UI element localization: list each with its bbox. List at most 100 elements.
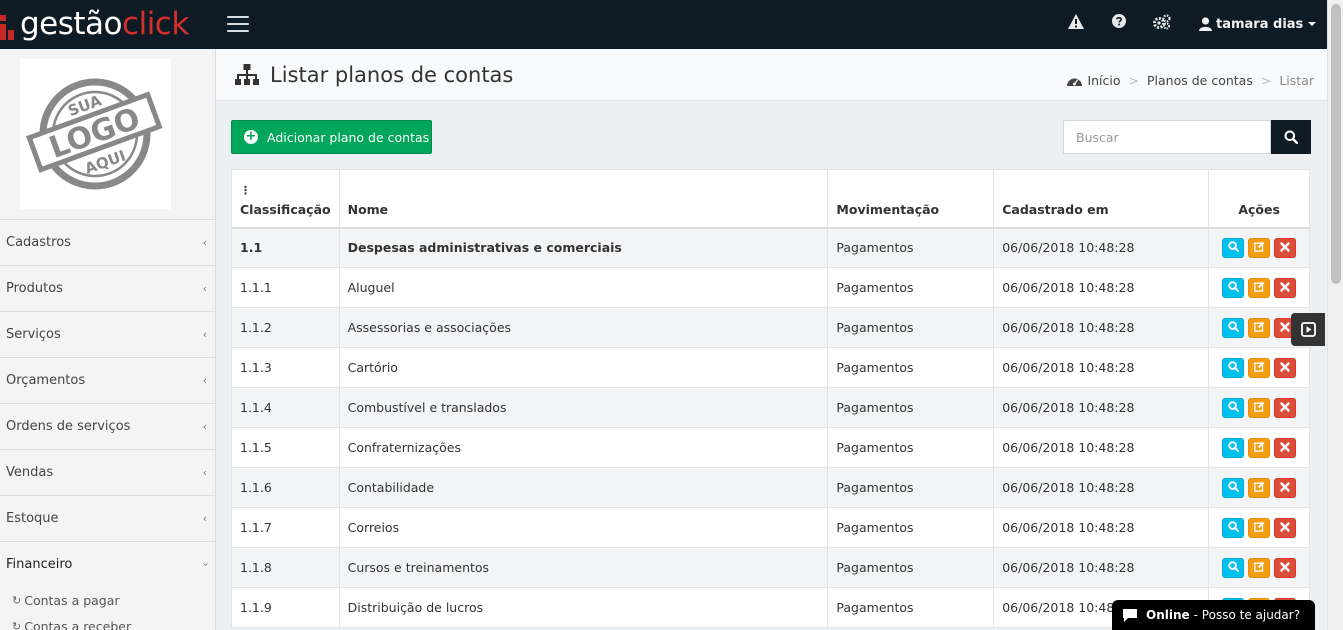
delete-button[interactable]: [1274, 517, 1297, 538]
chevron-left-icon: ‹: [202, 512, 207, 525]
sidebar-item-produtos[interactable]: Produtos ‹: [0, 265, 216, 311]
sidebar-menu: Cadastros ‹ Produtos ‹ Serviços ‹ Orçame…: [0, 219, 216, 630]
delete-button[interactable]: [1274, 357, 1297, 378]
sidebar-item-estoque[interactable]: Estoque ‹: [0, 495, 216, 541]
chevron-left-icon: ‹: [202, 236, 207, 249]
sidebar-item-label: Orçamentos: [6, 373, 86, 388]
scrollbar-thumb[interactable]: [1331, 4, 1341, 284]
cell-cadastrado: 06/06/2018 10:48:28: [993, 547, 1210, 588]
delete-button[interactable]: [1274, 277, 1297, 298]
sidebar-item-ordens-de-servicos[interactable]: Ordens de serviços ‹: [0, 403, 216, 449]
cell-classificacao: 1.1.8: [231, 547, 340, 588]
edit-button[interactable]: [1248, 357, 1271, 378]
delete-button[interactable]: [1274, 437, 1297, 458]
cell-classificacao: 1.1.3: [231, 347, 340, 388]
sort-icon[interactable]: ⋮: [240, 185, 331, 196]
edit-button[interactable]: [1248, 437, 1271, 458]
cell-cadastrado: 06/06/2018 10:48:28: [993, 507, 1210, 548]
cell-movimentacao: Pagamentos: [827, 507, 995, 548]
refresh-icon: ↻: [12, 619, 22, 630]
floating-video-button[interactable]: [1291, 313, 1325, 346]
view-button[interactable]: [1222, 237, 1245, 258]
view-button[interactable]: [1222, 317, 1245, 338]
delete-button[interactable]: [1274, 397, 1297, 418]
add-account-plan-button[interactable]: + Adicionar plano de contas: [231, 120, 432, 154]
breadcrumb-section-link[interactable]: Planos de contas: [1147, 73, 1253, 88]
cell-classificacao: 1.1.6: [231, 467, 340, 508]
brand-logo[interactable]: gestãoclick: [0, 0, 189, 49]
cell-cadastrado: 06/06/2018 10:48:28: [993, 387, 1210, 428]
edit-button[interactable]: [1248, 517, 1271, 538]
close-icon: [1280, 440, 1290, 455]
edit-icon: [1253, 480, 1265, 495]
cell-classificacao: 1.1.5: [231, 427, 340, 468]
view-button[interactable]: [1222, 437, 1245, 458]
chat-widget[interactable]: Online - Posso te ajudar?: [1112, 600, 1315, 630]
chevron-down-icon: ‹: [198, 562, 212, 567]
table-row: 1.1.4 Combustível e translados Pagamentos 0…: [231, 387, 1310, 428]
edit-button[interactable]: [1248, 237, 1271, 258]
sidebar-item-financeiro[interactable]: Financeiro ‹: [0, 541, 216, 587]
cell-nome: Despesas administrativas e comerciais: [338, 227, 829, 268]
search-icon: [1227, 240, 1239, 255]
cell-cadastrado: 06/06/2018 10:48:28: [993, 467, 1210, 508]
edit-button[interactable]: [1248, 477, 1271, 498]
chevron-left-icon: ‹: [202, 466, 207, 479]
breadcrumb-separator: >: [1260, 73, 1272, 88]
breadcrumb-home-link[interactable]: Início: [1087, 73, 1120, 88]
cell-acoes: [1208, 427, 1310, 468]
cell-classificacao: 1.1.7: [231, 507, 340, 548]
view-button[interactable]: [1222, 477, 1245, 498]
cell-movimentacao: Pagamentos: [827, 547, 995, 588]
delete-button[interactable]: [1274, 477, 1297, 498]
edit-button[interactable]: [1248, 397, 1271, 418]
accounts-table: ⋮ Classificação Nome Movimentação Cadast…: [231, 169, 1310, 628]
table-header-row: ⋮ Classificação Nome Movimentação Cadast…: [231, 169, 1310, 229]
sidebar-item-label: Produtos: [6, 281, 63, 296]
user-menu-button[interactable]: tamara dias: [1199, 14, 1317, 34]
search-input[interactable]: [1063, 120, 1271, 154]
plus-circle-icon: +: [244, 129, 258, 144]
sidebar-subitem-contas-a-pagar[interactable]: ↻ Contas a pagar: [0, 587, 216, 613]
cell-cadastrado: 06/06/2018 10:48:28: [993, 227, 1210, 268]
cell-nome: Contabilidade: [338, 467, 829, 508]
view-button[interactable]: [1222, 397, 1245, 418]
sidebar-item-servicos[interactable]: Serviços ‹: [0, 311, 216, 357]
cell-acoes: [1208, 507, 1310, 548]
sidebar: SUA LOGO AQUI Cadastros ‹ Produtos ‹ Ser…: [0, 49, 216, 630]
gears-icon[interactable]: [1152, 14, 1172, 34]
page-title: Listar planos de contas: [235, 63, 513, 87]
column-header-classificacao[interactable]: ⋮ Classificação: [231, 169, 340, 229]
sidebar-toggle-button[interactable]: [227, 16, 249, 32]
sidebar-item-cadastros[interactable]: Cadastros ‹: [0, 219, 216, 265]
help-icon[interactable]: [1109, 14, 1129, 34]
sidebar-item-orcamentos[interactable]: Orçamentos ‹: [0, 357, 216, 403]
cell-classificacao: 1.1.4: [231, 387, 340, 428]
edit-button[interactable]: [1248, 277, 1271, 298]
edit-button[interactable]: [1248, 557, 1271, 578]
cell-nome: Cartório: [338, 347, 829, 388]
cell-classificacao: 1.1.1: [231, 267, 340, 308]
view-button[interactable]: [1222, 557, 1245, 578]
sidebar-item-label: Ordens de serviços: [6, 419, 131, 434]
cell-nome: Aluguel: [338, 267, 829, 308]
delete-button[interactable]: [1274, 237, 1297, 258]
table-row: 1.1 Despesas administrativas e comerciais…: [231, 227, 1310, 268]
cell-cadastrado: 06/06/2018 10:48:28: [993, 307, 1210, 348]
delete-button[interactable]: [1274, 557, 1297, 578]
cell-acoes: [1208, 227, 1310, 268]
sidebar-item-label: Financeiro: [6, 557, 73, 572]
search-button[interactable]: [1271, 120, 1311, 154]
sidebar-subitem-contas-a-receber[interactable]: ↻ Contas a receber: [0, 613, 216, 630]
view-button[interactable]: [1222, 277, 1245, 298]
view-button[interactable]: [1222, 517, 1245, 538]
sidebar-item-vendas[interactable]: Vendas ‹: [0, 449, 216, 495]
sitemap-icon: [235, 64, 259, 85]
edit-button[interactable]: [1248, 317, 1271, 338]
dashboard-icon: [1067, 78, 1083, 86]
company-logo[interactable]: SUA LOGO AQUI: [20, 59, 171, 209]
play-square-icon: [1300, 322, 1316, 337]
warning-icon[interactable]: [1066, 14, 1086, 34]
page-scrollbar[interactable]: [1327, 0, 1343, 630]
view-button[interactable]: [1222, 357, 1245, 378]
